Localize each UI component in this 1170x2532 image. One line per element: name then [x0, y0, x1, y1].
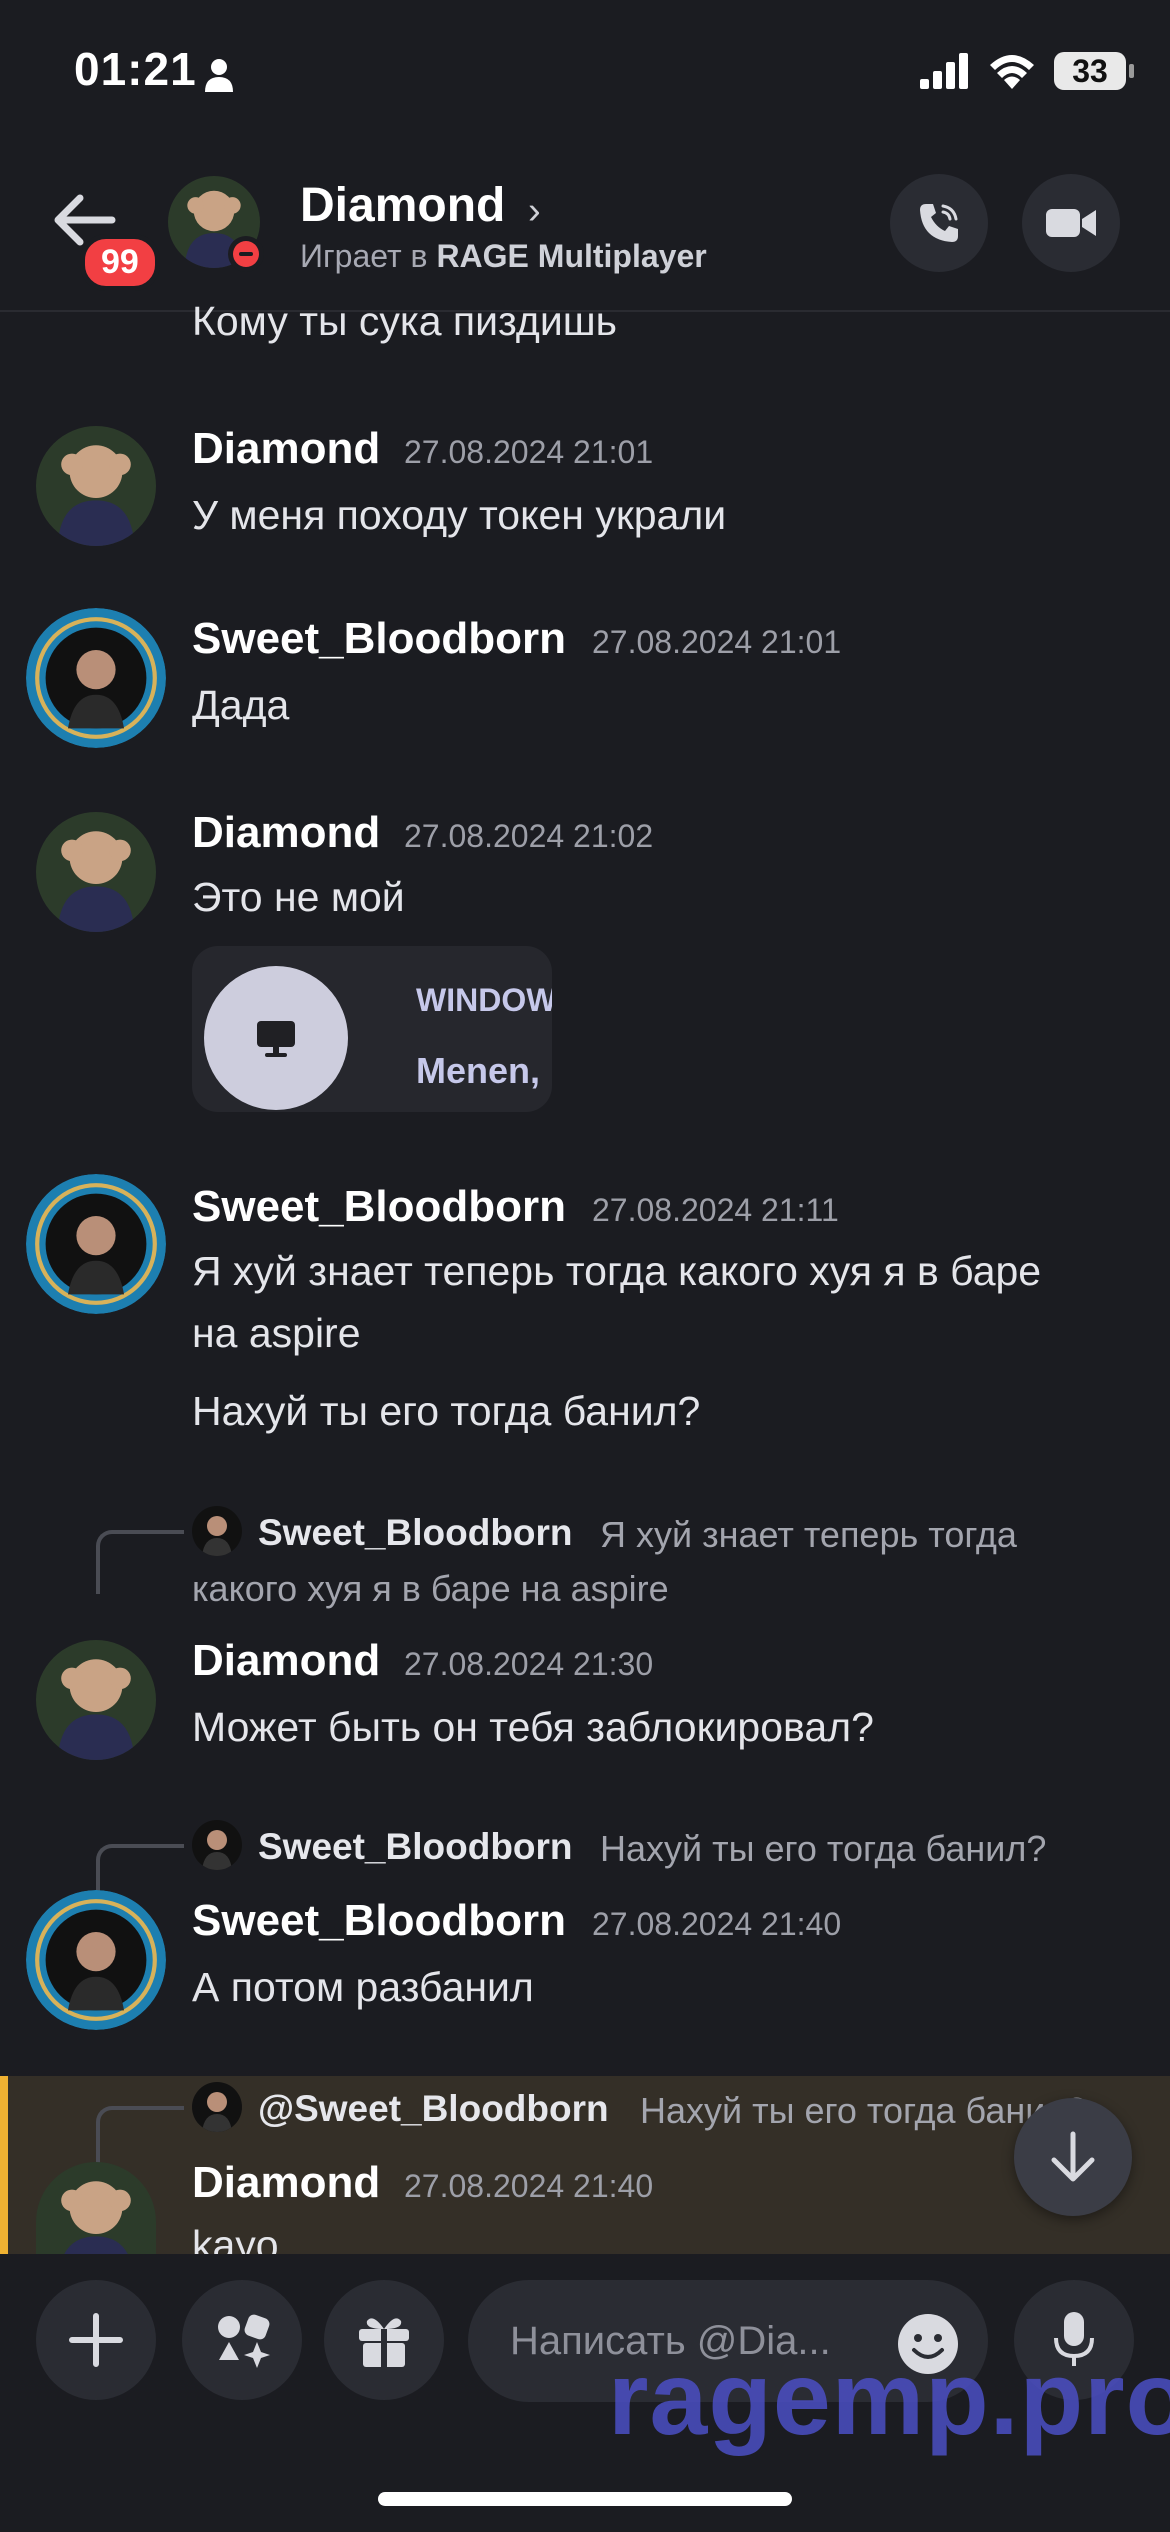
message-author[interactable]: Diamond: [192, 2158, 380, 2208]
reply-author[interactable]: Sweet_Bloodborn: [258, 1826, 573, 1868]
gift-button[interactable]: [324, 2280, 444, 2400]
avatar[interactable]: [26, 1890, 166, 2030]
avatar: [192, 1820, 242, 1870]
avatar[interactable]: [36, 1640, 156, 1760]
reply-preview[interactable]: Я хуй знает теперь тогда: [600, 1514, 1017, 1556]
embed-description: Menen,: [416, 1050, 541, 1091]
gift-icon: [359, 2318, 409, 2367]
reply-preview[interactable]: какого хуя я в баре на aspire: [192, 1568, 669, 1610]
apps-button[interactable]: [182, 2280, 302, 2400]
reply-author[interactable]: Sweet_Bloodborn: [258, 1512, 573, 1554]
arrow-down-icon: [1051, 2131, 1095, 2182]
message-text: А потом разбанил: [192, 1964, 534, 2010]
activity-status: Играет в RAGE Multiplayer: [300, 238, 707, 274]
reply-preview[interactable]: Нахуй ты его тогда банил?: [600, 1828, 1046, 1870]
message-text: на aspire: [192, 1310, 361, 1356]
message-text: Это не мой: [192, 874, 405, 920]
message-text: Я хуй знает теперь тогда какого хуя я в …: [192, 1248, 1042, 1294]
unread-badge: 99: [80, 234, 160, 291]
embed-title: WINDOW: [416, 982, 552, 1018]
apps-icon: [218, 2314, 270, 2368]
message-author[interactable]: Sweet_Bloodborn: [192, 614, 566, 664]
message-text: Дада: [192, 682, 290, 728]
message-timestamp: 27.08.2024 21:01: [404, 434, 654, 470]
status-indicators: 33: [920, 52, 1134, 90]
avatar: [192, 1506, 242, 1556]
phone-icon: [920, 204, 958, 242]
link-embed[interactable]: WINDOW Menen,: [192, 946, 552, 1112]
avatar[interactable]: [36, 812, 156, 932]
message-text-clip: kayo: [192, 2222, 279, 2254]
voice-call-button[interactable]: [890, 174, 988, 272]
jump-to-latest-button[interactable]: [1014, 2098, 1132, 2216]
message-timestamp: 27.08.2024 21:40: [592, 1906, 842, 1942]
watermark: ragemp.pro: [608, 2341, 1170, 2457]
message-text: kayo: [192, 2222, 279, 2254]
chevron-right-icon[interactable]: ›: [528, 190, 541, 233]
message-text: У меня походу токен украли: [192, 492, 727, 538]
message-text: Кому ты сука пиздишь: [192, 298, 617, 344]
avatar: [192, 2082, 242, 2132]
reply-preview[interactable]: Нахуй ты его тогда банил?: [640, 2090, 1086, 2132]
add-attachment-button[interactable]: [36, 2280, 156, 2400]
video-camera-icon: [1046, 209, 1096, 237]
reply-connector: [96, 1530, 184, 1594]
message-author[interactable]: Diamond: [192, 1636, 380, 1686]
message-author[interactable]: Sweet_Bloodborn: [192, 1182, 566, 1232]
wifi-icon: [990, 55, 1034, 89]
message-timestamp: 27.08.2024 21:30: [404, 1646, 654, 1682]
status-time: 01:21: [74, 43, 197, 95]
message-author[interactable]: Diamond: [192, 424, 380, 474]
page-title[interactable]: Diamond: [300, 178, 505, 233]
message-text: Может быть он тебя заблокировал?: [192, 1704, 874, 1750]
status-dnd-icon: [228, 236, 264, 272]
message-text: Нахуй ты его тогда банил?: [192, 1388, 701, 1434]
battery-indicator: 33: [1054, 52, 1134, 90]
home-indicator[interactable]: [378, 2492, 792, 2506]
message-timestamp: 27.08.2024 21:02: [404, 818, 654, 854]
avatar[interactable]: [26, 608, 166, 748]
avatar[interactable]: [26, 1174, 166, 1314]
message-author[interactable]: Sweet_Bloodborn: [192, 1896, 566, 1946]
message-timestamp: 27.08.2024 21:40: [404, 2168, 654, 2204]
reply-connector: [96, 2106, 184, 2170]
plus-icon: [69, 2313, 123, 2367]
message-author[interactable]: Diamond: [192, 808, 380, 858]
avatar[interactable]: [36, 426, 156, 546]
monitor-icon: [204, 966, 348, 1110]
message-timestamp: 27.08.2024 21:01: [592, 624, 842, 660]
cellular-signal-icon: [920, 53, 968, 89]
reply-author[interactable]: @Sweet_Bloodborn: [258, 2088, 609, 2130]
person-icon: [205, 59, 233, 92]
video-call-button[interactable]: [1022, 174, 1120, 272]
message-timestamp: 27.08.2024 21:11: [592, 1192, 839, 1228]
